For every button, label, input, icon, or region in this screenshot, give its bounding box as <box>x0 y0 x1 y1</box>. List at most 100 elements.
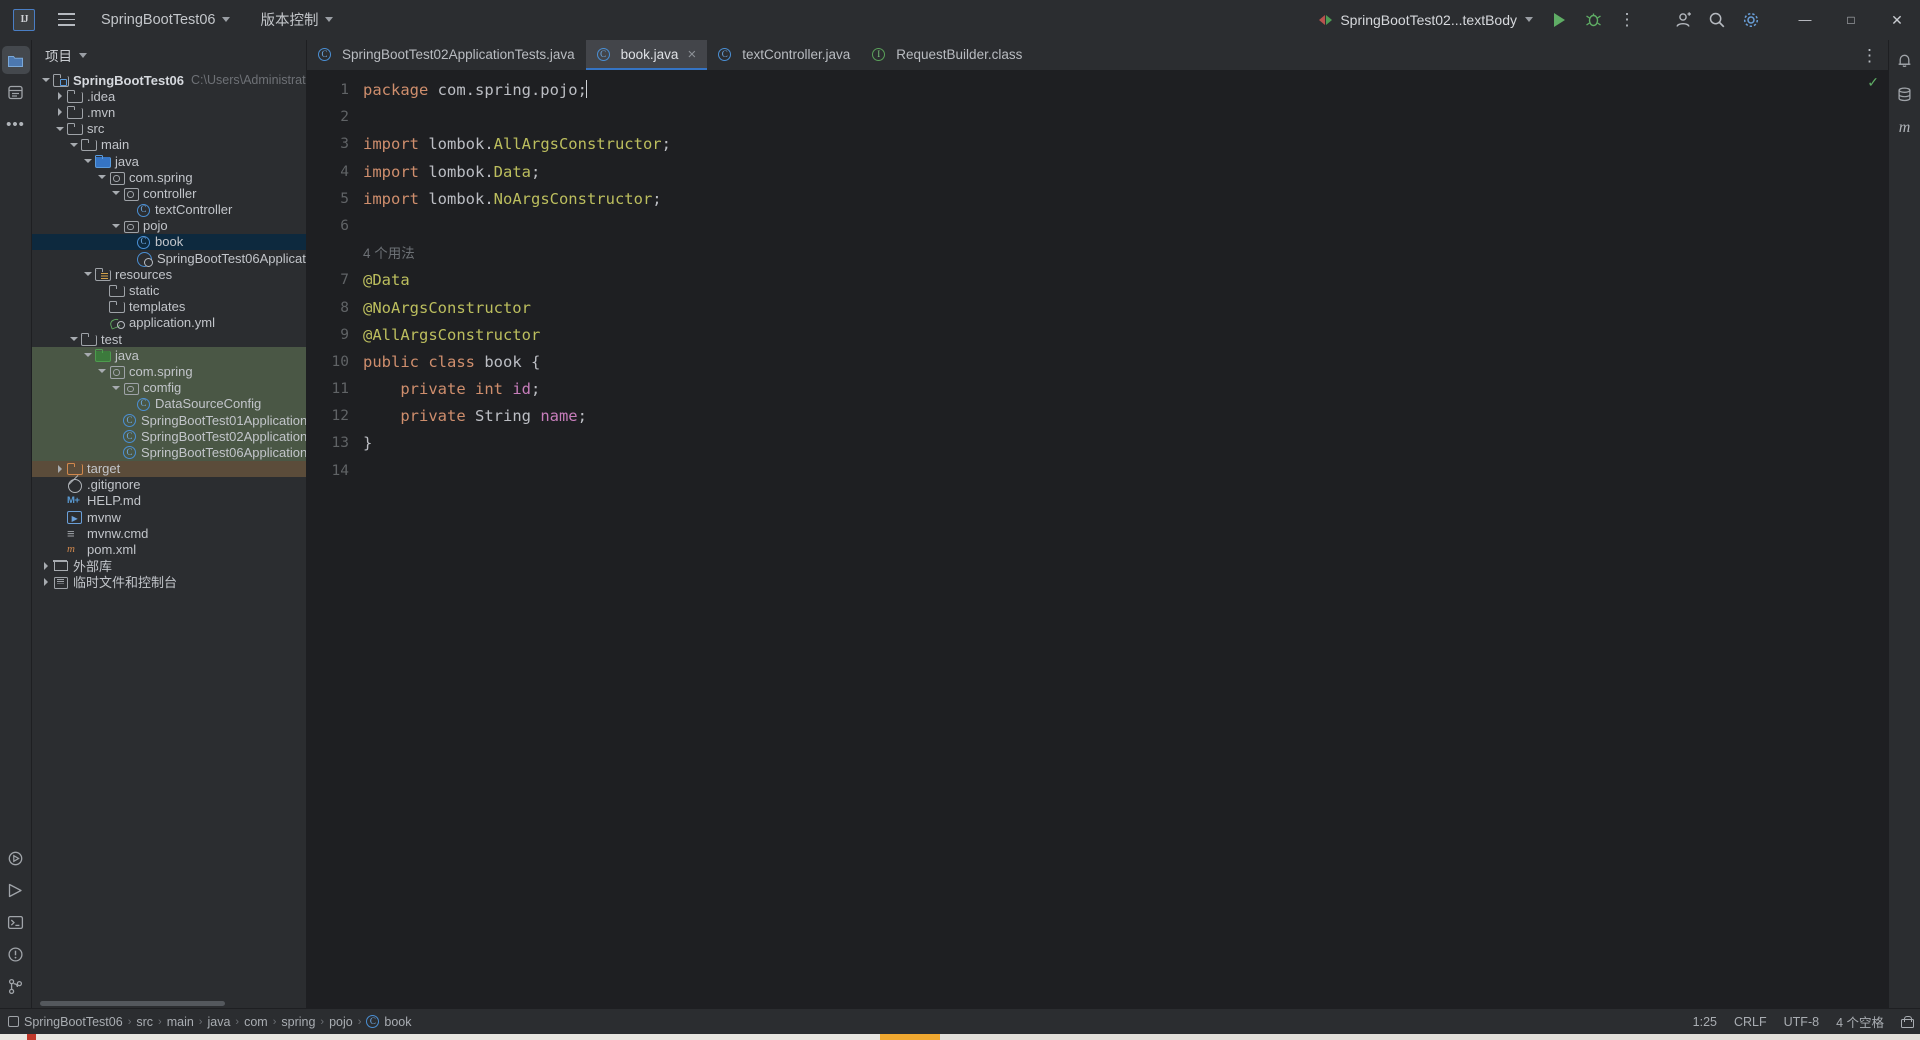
maximize-window-button[interactable]: □ <box>1828 0 1874 40</box>
code-line[interactable]: @NoArgsConstructor <box>359 295 1888 322</box>
sidebar-item-project[interactable] <box>1 46 30 74</box>
breadcrumb-item-book[interactable]: book <box>366 1015 412 1029</box>
tree-node---------[interactable]: 临时文件和控制台 <box>32 574 306 590</box>
debug-button[interactable] <box>1577 4 1609 36</box>
tree-node-controller[interactable]: controller <box>32 185 306 201</box>
code-line[interactable]: @Data <box>359 267 1888 294</box>
chevron-down-icon[interactable] <box>96 172 107 183</box>
more-actions-button[interactable]: ⋮ <box>1611 4 1643 36</box>
project-file-tree[interactable]: SpringBootTest06 C:\Users\Administrator\D… <box>32 70 306 1008</box>
editor-tab-textcontroller-java[interactable]: textController.java <box>707 40 861 70</box>
chevron-down-icon[interactable] <box>82 269 93 280</box>
editor-tab-springboottest02applicationtests-java[interactable]: SpringBootTest02ApplicationTests.java <box>307 40 586 70</box>
code-line[interactable]: import lombok.AllArgsConstructor; <box>359 131 1888 158</box>
chevron-down-icon[interactable] <box>40 75 51 86</box>
chevron-down-icon[interactable] <box>110 220 121 231</box>
chevron-right-icon[interactable] <box>54 91 65 102</box>
code-line[interactable] <box>359 458 1888 485</box>
minimize-window-button[interactable]: — <box>1782 0 1828 40</box>
editor-tab-book-java[interactable]: book.java × <box>585 40 708 70</box>
encoding-indicator[interactable]: UTF-8 <box>1784 1015 1819 1029</box>
line-separator-indicator[interactable]: CRLF <box>1734 1015 1767 1029</box>
tree-node--gitignore[interactable]: .gitignore <box>32 477 306 494</box>
tree-node-mvnw[interactable]: ▶ mvnw <box>32 509 306 525</box>
sidebar-item-commit[interactable] <box>2 78 30 106</box>
chevron-down-icon[interactable] <box>110 382 121 393</box>
indent-indicator[interactable]: 4 个空格 <box>1836 1012 1884 1031</box>
sidebar-item-notifications[interactable] <box>1891 46 1919 74</box>
code-line[interactable]: private String name; <box>359 403 1888 430</box>
tree-node-mvnw-cmd[interactable]: ≡ mvnw.cmd <box>32 525 306 541</box>
chevron-right-icon[interactable] <box>54 107 65 118</box>
code-line[interactable]: } <box>359 430 1888 457</box>
editor-code-content[interactable]: package com.spring.pojo; import lombok.Al… <box>359 70 1888 1008</box>
sidebar-item-more[interactable]: ••• <box>2 110 30 138</box>
tree-node-springboottest06application[interactable]: SpringBootTest06Application <box>32 250 306 267</box>
tree-node-target[interactable]: target <box>32 460 306 477</box>
tree-node-static[interactable]: static <box>32 282 306 298</box>
breadcrumb-item-pojo[interactable]: pojo <box>329 1015 353 1029</box>
close-tab-icon[interactable]: × <box>687 47 696 62</box>
run-button[interactable] <box>1543 4 1575 36</box>
code-line[interactable]: package com.spring.pojo; <box>359 77 1888 104</box>
sidebar-item-run[interactable] <box>2 876 30 904</box>
tree-node-help-md[interactable]: M+ HELP.md <box>32 493 306 509</box>
code-line[interactable]: import lombok.NoArgsConstructor; <box>359 186 1888 213</box>
editor-markers-gutter[interactable]: ✓ <box>1867 70 1888 1008</box>
chevron-down-icon[interactable] <box>68 139 79 150</box>
sidebar-item-maven[interactable]: m <box>1891 114 1919 142</box>
sidebar-item-services[interactable] <box>2 844 30 872</box>
code-line[interactable]: import lombok.Data; <box>359 159 1888 186</box>
tree-node-pojo[interactable]: pojo <box>32 218 306 234</box>
code-line[interactable]: public class book { <box>359 349 1888 376</box>
tree-node-java[interactable]: java <box>32 153 306 169</box>
code-line[interactable] <box>359 104 1888 131</box>
breadcrumb-item-src[interactable]: src <box>136 1015 153 1029</box>
sidebar-item-database[interactable] <box>1891 80 1919 108</box>
tree-node-com-spring[interactable]: com.spring <box>32 169 306 185</box>
tree-node-src[interactable]: src <box>32 121 306 137</box>
tree-node----[interactable]: 外部库 <box>32 558 306 574</box>
close-window-button[interactable]: ✕ <box>1874 0 1920 40</box>
search-everywhere-button[interactable] <box>1701 4 1733 36</box>
breadcrumb-item-main[interactable]: main <box>167 1015 194 1029</box>
breadcrumb-item-spring[interactable]: spring <box>281 1015 315 1029</box>
run-configuration-selector[interactable]: SpringBootTest02...textBody <box>1310 8 1542 32</box>
tree-node-book[interactable]: book <box>32 233 306 251</box>
settings-button[interactable] <box>1735 4 1767 36</box>
breadcrumb-item-springboottest06[interactable]: SpringBootTest06 <box>8 1015 123 1029</box>
hamburger-menu-icon[interactable] <box>53 7 79 33</box>
chevron-down-icon[interactable] <box>82 350 93 361</box>
tree-node-textcontroller[interactable]: textController <box>32 202 306 218</box>
code-line[interactable]: private int id; <box>359 376 1888 403</box>
chevron-down-icon[interactable] <box>96 366 107 377</box>
lock-icon[interactable] <box>1901 1015 1914 1028</box>
tree-node-templates[interactable]: templates <box>32 299 306 315</box>
tree-node-test[interactable]: test <box>32 331 306 347</box>
tree-node-resources[interactable]: resources <box>32 266 306 282</box>
tree-node-pom-xml[interactable]: m pom.xml <box>32 541 306 557</box>
code-line[interactable]: @AllArgsConstructor <box>359 322 1888 349</box>
tree-node--mvn[interactable]: .mvn <box>32 104 306 120</box>
caret-position-indicator[interactable]: 1:25 <box>1693 1015 1717 1029</box>
chevron-down-icon[interactable] <box>54 123 65 134</box>
vertical-ellipsis-icon[interactable]: ⋮ <box>1861 47 1878 64</box>
tree-node-springboottest06[interactable]: SpringBootTest06 C:\Users\Administrator\D… <box>32 72 306 88</box>
tree-node-springboottest01applicationtes[interactable]: SpringBootTest01ApplicationTes <box>32 411 306 429</box>
tree-node-datasourceconfig[interactable]: DataSourceConfig <box>32 395 306 412</box>
sidebar-item-version-control[interactable] <box>2 972 30 1000</box>
breadcrumb-item-com[interactable]: com <box>244 1015 268 1029</box>
project-panel-header[interactable]: 项目 <box>32 40 306 70</box>
chevron-down-icon[interactable] <box>82 156 93 167</box>
tree-node-com-spring[interactable]: com.spring <box>32 363 306 380</box>
tree-node-application-yml[interactable]: application.yml <box>32 315 306 331</box>
editor-tab-requestbuilder-class[interactable]: RequestBuilder.class <box>861 40 1033 70</box>
tree-node-springboottest06applicationtes[interactable]: SpringBootTest06ApplicationTes <box>32 444 306 461</box>
vcs-widget[interactable]: 版本控制 <box>252 5 341 34</box>
chevron-right-icon[interactable] <box>40 576 51 587</box>
chevron-down-icon[interactable] <box>110 188 121 199</box>
sidebar-item-terminal[interactable] <box>2 908 30 936</box>
project-tree-horizontal-scrollbar[interactable] <box>40 1001 225 1006</box>
tree-node--idea[interactable]: .idea <box>32 88 306 104</box>
chevron-down-icon[interactable] <box>68 334 79 345</box>
